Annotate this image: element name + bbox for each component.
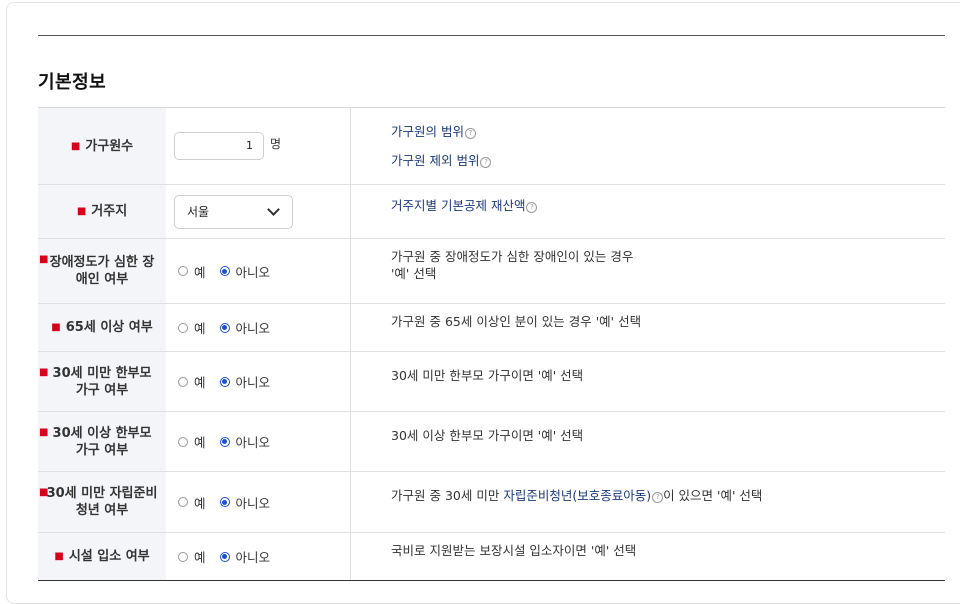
radio-row-disability: ■ 장애정도가 심한 장 애인 여부 예 아니오 가구원 중 장애정도가 심한 장… xyxy=(38,239,945,304)
radio-label-cell: ■ 장애정도가 심한 장 애인 여부 xyxy=(38,239,166,303)
radio-desc: 30세 이상 한부모 가구이면 '예' 선택 xyxy=(391,428,584,443)
question-icon[interactable]: ? xyxy=(480,157,492,168)
radio-yes-label: 예 xyxy=(194,435,206,450)
radio-label: 30세 이상 한부모 가구 여부 xyxy=(52,425,152,458)
radio-no[interactable] xyxy=(219,436,230,447)
basic-info-table: ■ 가구원수 1 명 가구원의 범위? 가구원 제외 범위? ■ 거주지 서울 xyxy=(38,107,945,581)
radio-group: 예 아니오 xyxy=(166,304,350,351)
radio-group: 예 아니오 xyxy=(166,412,350,471)
top-divider xyxy=(38,35,945,36)
radio-group: 예 아니오 xyxy=(166,352,350,411)
radio-yes[interactable] xyxy=(178,322,188,333)
radio-yes[interactable] xyxy=(178,551,188,562)
radio-yes-label: 예 xyxy=(194,550,206,565)
radio-label: 시설 입소 여부 xyxy=(68,549,150,564)
residence-deduction-link[interactable]: 거주지별 기본공제 재산액 xyxy=(391,198,525,213)
radio-no[interactable] xyxy=(219,266,230,276)
radio-no-label: 아니오 xyxy=(235,495,271,511)
required-marker: ■ xyxy=(39,367,49,378)
radio-desc: 가구원 중 30세 미만 자립준비청년(보호종료아동)? 이 있으면 '예' 선택 xyxy=(391,488,763,503)
radio-yes-label: 예 xyxy=(194,264,206,280)
radio-no-label: 아니오 xyxy=(235,550,271,565)
residence-row: ■ 거주지 서울 거주지별 기본공제 재산액? xyxy=(38,185,945,239)
household-row: ■ 가구원수 1 명 가구원의 범위? 가구원 제외 범위? xyxy=(38,108,945,185)
radio-yes[interactable] xyxy=(178,497,188,507)
residence-label: 거주지 xyxy=(91,204,128,219)
household-label: 가구원수 xyxy=(85,138,134,154)
radio-row-senior: ■ 65세 이상 여부 예 아니오 가구원 중 65세 이상인 분이 있는 경우… xyxy=(38,304,945,352)
radio-label-cell: ■ 30세 이상 한부모 가구 여부 xyxy=(38,412,166,471)
section-title: 기본정보 xyxy=(38,72,107,93)
radio-yes-label: 예 xyxy=(194,375,206,390)
radio-no[interactable] xyxy=(219,497,230,507)
radio-no-label: 아니오 xyxy=(235,435,271,450)
radio-label-cell: ■ 65세 이상 여부 xyxy=(38,304,166,351)
radio-desc: 가구원 중 65세 이상인 분이 있는 경우 '예' 선택 xyxy=(391,314,642,329)
radio-yes-label: 예 xyxy=(194,495,206,511)
radio-no-label: 아니오 xyxy=(235,264,271,280)
residence-desc: 거주지별 기본공제 재산액? xyxy=(351,185,945,238)
household-label-cell: ■ 가구원수 xyxy=(38,108,166,184)
household-input-cell: 1 명 xyxy=(166,108,350,184)
radio-desc: 국비로 지원받는 보장시설 입소자이면 '예' 선택 xyxy=(391,543,637,558)
self-reliance-youth-link[interactable]: 자립준비청년(보호종료아동) xyxy=(503,488,651,503)
radio-group: 예 아니오 xyxy=(166,533,350,580)
radio-desc: 가구원 중 장애정도가 심한 장애인이 있는 경우 '예' 선택 xyxy=(391,249,634,281)
radio-row-single-parent-under30: ■ 30세 미만 한부모 가구 여부 예 아니오 30세 미만 한부모 가구이면 … xyxy=(38,352,945,412)
radio-no-label: 아니오 xyxy=(235,375,271,390)
radio-group: 예 아니오 xyxy=(166,472,350,532)
residence-label-cell: ■ 거주지 xyxy=(38,185,166,238)
radio-yes-label: 예 xyxy=(194,321,206,336)
required-marker: ■ xyxy=(39,487,49,498)
required-marker: ■ xyxy=(70,140,81,152)
radio-yes[interactable] xyxy=(178,266,188,276)
question-icon[interactable]: ? xyxy=(652,492,664,503)
radio-row-facility: ■ 시설 입소 여부 예 아니오 국비로 지원받는 보장시설 입소자이면 '예'… xyxy=(38,533,945,580)
residence-input-cell: 서울 xyxy=(166,185,350,238)
required-marker: ■ xyxy=(51,322,61,333)
radio-yes[interactable] xyxy=(178,436,188,447)
household-count-input[interactable]: 1 xyxy=(174,132,264,160)
radio-yes[interactable] xyxy=(178,376,188,387)
radio-row-single-parent-over30: ■ 30세 이상 한부모 가구 여부 예 아니오 30세 이상 한부모 가구이면 … xyxy=(38,412,945,472)
required-marker: ■ xyxy=(54,551,64,562)
radio-label: 장애정도가 심한 장 애인 여부 xyxy=(49,255,155,287)
radio-no[interactable] xyxy=(219,322,230,333)
radio-label: 30세 미만 한부모 가구 여부 xyxy=(52,365,152,398)
radio-no[interactable] xyxy=(219,376,230,387)
household-unit: 명 xyxy=(270,136,282,151)
radio-label: 65세 이상 여부 xyxy=(65,320,153,335)
radio-label-cell: ■ 30세 미만 자립준비 청년 여부 xyxy=(38,472,166,532)
residence-selected-value: 서울 xyxy=(187,205,210,219)
required-marker: ■ xyxy=(76,206,87,217)
residence-select[interactable]: 서울 xyxy=(174,194,293,229)
required-marker: ■ xyxy=(39,427,49,438)
chevron-down-icon xyxy=(267,203,280,216)
required-marker: ■ xyxy=(39,254,49,265)
household-scope-link[interactable]: 가구원의 범위? xyxy=(391,117,945,146)
radio-label: 30세 미만 자립준비 청년 여부 xyxy=(46,486,158,518)
question-icon[interactable]: ? xyxy=(464,128,476,139)
radio-no-label: 아니오 xyxy=(235,321,271,336)
question-icon[interactable]: ? xyxy=(526,202,538,213)
radio-label-cell: ■ 30세 미만 한부모 가구 여부 xyxy=(38,352,166,411)
radio-desc: 30세 미만 한부모 가구이면 '예' 선택 xyxy=(391,368,584,383)
radio-label-cell: ■ 시설 입소 여부 xyxy=(38,533,166,580)
household-exclusion-link[interactable]: 가구원 제외 범위? xyxy=(391,146,945,175)
household-desc: 가구원의 범위? 가구원 제외 범위? xyxy=(351,108,945,184)
radio-no[interactable] xyxy=(219,551,230,562)
radio-row-self-reliance-youth: ■ 30세 미만 자립준비 청년 여부 예 아니오 가구원 중 30세 미만 자립… xyxy=(38,472,945,533)
radio-group: 예 아니오 xyxy=(166,239,350,303)
